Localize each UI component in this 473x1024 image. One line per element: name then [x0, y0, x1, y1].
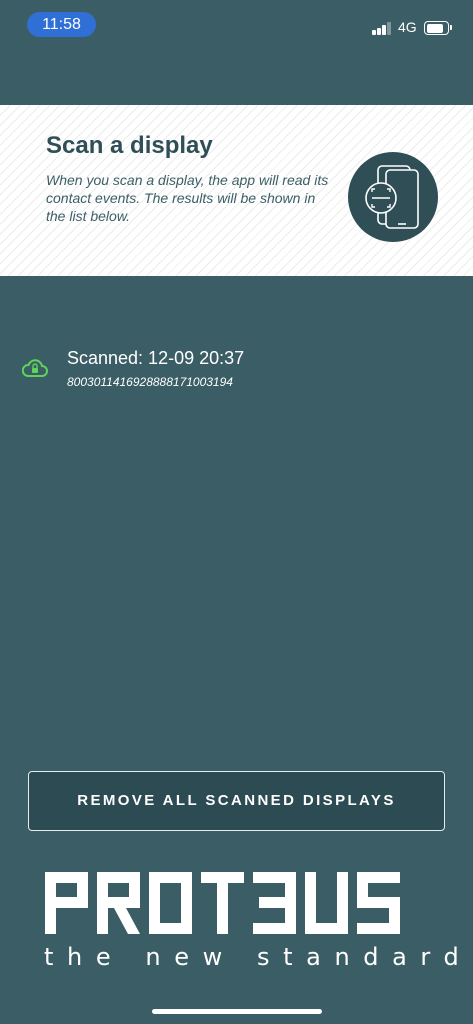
cloud-lock-icon	[22, 359, 48, 377]
network-type: 4G	[398, 19, 417, 35]
scanned-display-item[interactable]: Scanned: 12-09 20:37 8003011416928888171…	[0, 340, 473, 400]
phone-scan-icon[interactable]	[348, 152, 438, 242]
status-time: 11:58	[27, 12, 96, 37]
signal-icon	[372, 22, 392, 35]
battery-level	[426, 23, 443, 33]
brand-tagline: the new standard	[44, 943, 473, 971]
scanned-item-title: Scanned: 12-09 20:37	[67, 348, 245, 368]
remove-all-button[interactable]: REMOVE ALL SCANNED DISPLAYS	[28, 771, 445, 831]
battery-icon	[424, 21, 452, 35]
home-indicator[interactable]	[152, 1009, 322, 1014]
status-bar: 11:58 4G	[0, 0, 473, 48]
banner-title: Scan a display	[46, 132, 213, 159]
scan-banner: Scan a display When you scan a display, …	[0, 105, 473, 276]
banner-description: When you scan a display, the app will re…	[46, 172, 329, 224]
scanned-item-id: 800301141692888817100319​4	[67, 375, 233, 389]
